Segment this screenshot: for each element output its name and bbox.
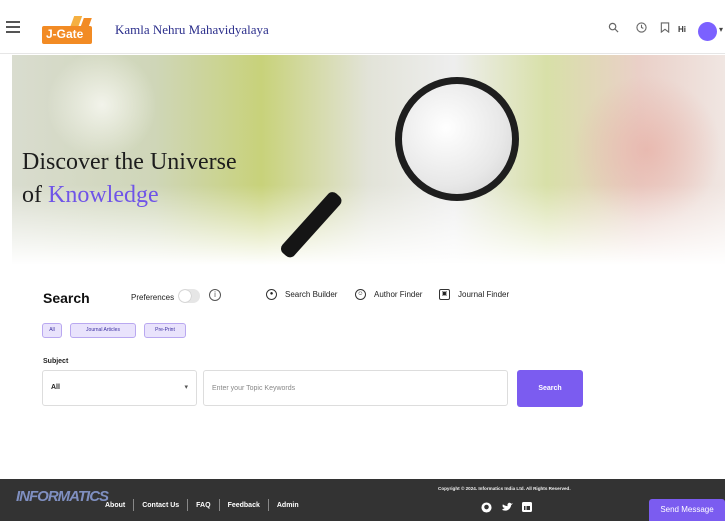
- filter-chip-all[interactable]: All: [42, 323, 62, 338]
- greeting-text: Hi: [678, 25, 686, 34]
- jgate-logo[interactable]: J-Gate: [42, 16, 96, 46]
- journal-finder-label: Journal Finder: [458, 290, 510, 299]
- preferences-label: Preferences: [131, 293, 175, 302]
- footer-link-about[interactable]: About: [105, 502, 125, 509]
- hero-title-line2: of Knowledge: [22, 179, 237, 212]
- subject-label: Subject: [43, 358, 69, 365]
- keyword-placeholder: Enter your Topic Keywords: [212, 385, 296, 392]
- hero-background-highlight: [42, 55, 162, 155]
- hero-banner: Discover the Universe of Knowledge: [12, 55, 725, 265]
- github-icon[interactable]: [481, 502, 492, 516]
- divider: [133, 499, 135, 511]
- hero-title-line1: Discover the Universe: [22, 149, 237, 175]
- footer-link-admin[interactable]: Admin: [277, 502, 299, 509]
- hero-title: Discover the Universe of Knowledge: [22, 146, 237, 212]
- toggle-knob: [179, 290, 191, 302]
- institution-name: Kamla Nehru Mahavidyalaya: [115, 22, 269, 37]
- author-finder-icon: ☺: [355, 289, 366, 300]
- search-button[interactable]: Search: [517, 370, 583, 407]
- logo-text: J-Gate: [46, 27, 84, 41]
- search-heading: Search: [43, 290, 90, 306]
- filter-chip-journal-articles[interactable]: Journal Articles: [70, 323, 136, 338]
- user-avatar[interactable]: [698, 22, 717, 41]
- magnifying-glass-image: [395, 77, 519, 201]
- author-finder-link[interactable]: ☺ Author Finder: [355, 289, 422, 300]
- keyword-search-input[interactable]: Enter your Topic Keywords: [203, 370, 508, 406]
- divider: [267, 499, 269, 511]
- search-builder-icon: ●: [266, 289, 277, 300]
- top-navigation-bar: J-Gate Kamla Nehru Mahavidyalaya Hi ▾: [0, 8, 725, 54]
- hero-title-accent: Knowledge: [48, 182, 159, 208]
- copyright-text: Copyright © 2024. Informatics India Ltd.…: [438, 486, 571, 491]
- journal-finder-icon: ▣: [439, 289, 450, 300]
- divider: [218, 499, 220, 511]
- footer-link-contact[interactable]: Contact Us: [142, 502, 179, 509]
- info-icon[interactable]: i: [209, 289, 221, 301]
- menu-icon[interactable]: [6, 21, 20, 35]
- informatics-logo[interactable]: INFORMATICS: [16, 488, 109, 505]
- author-finder-label: Author Finder: [374, 290, 423, 299]
- search-builder-link[interactable]: ● Search Builder: [266, 289, 337, 300]
- bookmark-icon[interactable]: [660, 22, 670, 37]
- linkedin-icon[interactable]: [522, 502, 532, 515]
- hero-title-of: of: [22, 182, 42, 208]
- footer: INFORMATICS About Contact Us FAQ Feedbac…: [0, 479, 725, 521]
- footer-link-faq[interactable]: FAQ: [196, 502, 210, 509]
- chevron-down-icon: ▾: [184, 384, 188, 391]
- subject-value: All: [51, 384, 60, 391]
- footer-links: About Contact Us FAQ Feedback Admin: [105, 499, 299, 511]
- journal-finder-link[interactable]: ▣ Journal Finder: [439, 289, 509, 300]
- filter-chip-pre-print[interactable]: Pre-Print: [144, 323, 186, 338]
- chevron-down-icon[interactable]: ▾: [719, 25, 723, 34]
- search-builder-label: Search Builder: [285, 290, 338, 299]
- subject-select[interactable]: All ▾: [42, 370, 197, 406]
- history-icon[interactable]: [636, 22, 647, 37]
- hero-background-hand: [572, 75, 722, 225]
- twitter-icon[interactable]: [502, 502, 513, 515]
- preferences-toggle[interactable]: [178, 289, 200, 303]
- magnifier-handle: [278, 189, 344, 260]
- search-icon[interactable]: [608, 22, 619, 37]
- divider: [187, 499, 189, 511]
- footer-link-feedback[interactable]: Feedback: [228, 502, 260, 509]
- send-message-button[interactable]: Send Message: [649, 499, 725, 521]
